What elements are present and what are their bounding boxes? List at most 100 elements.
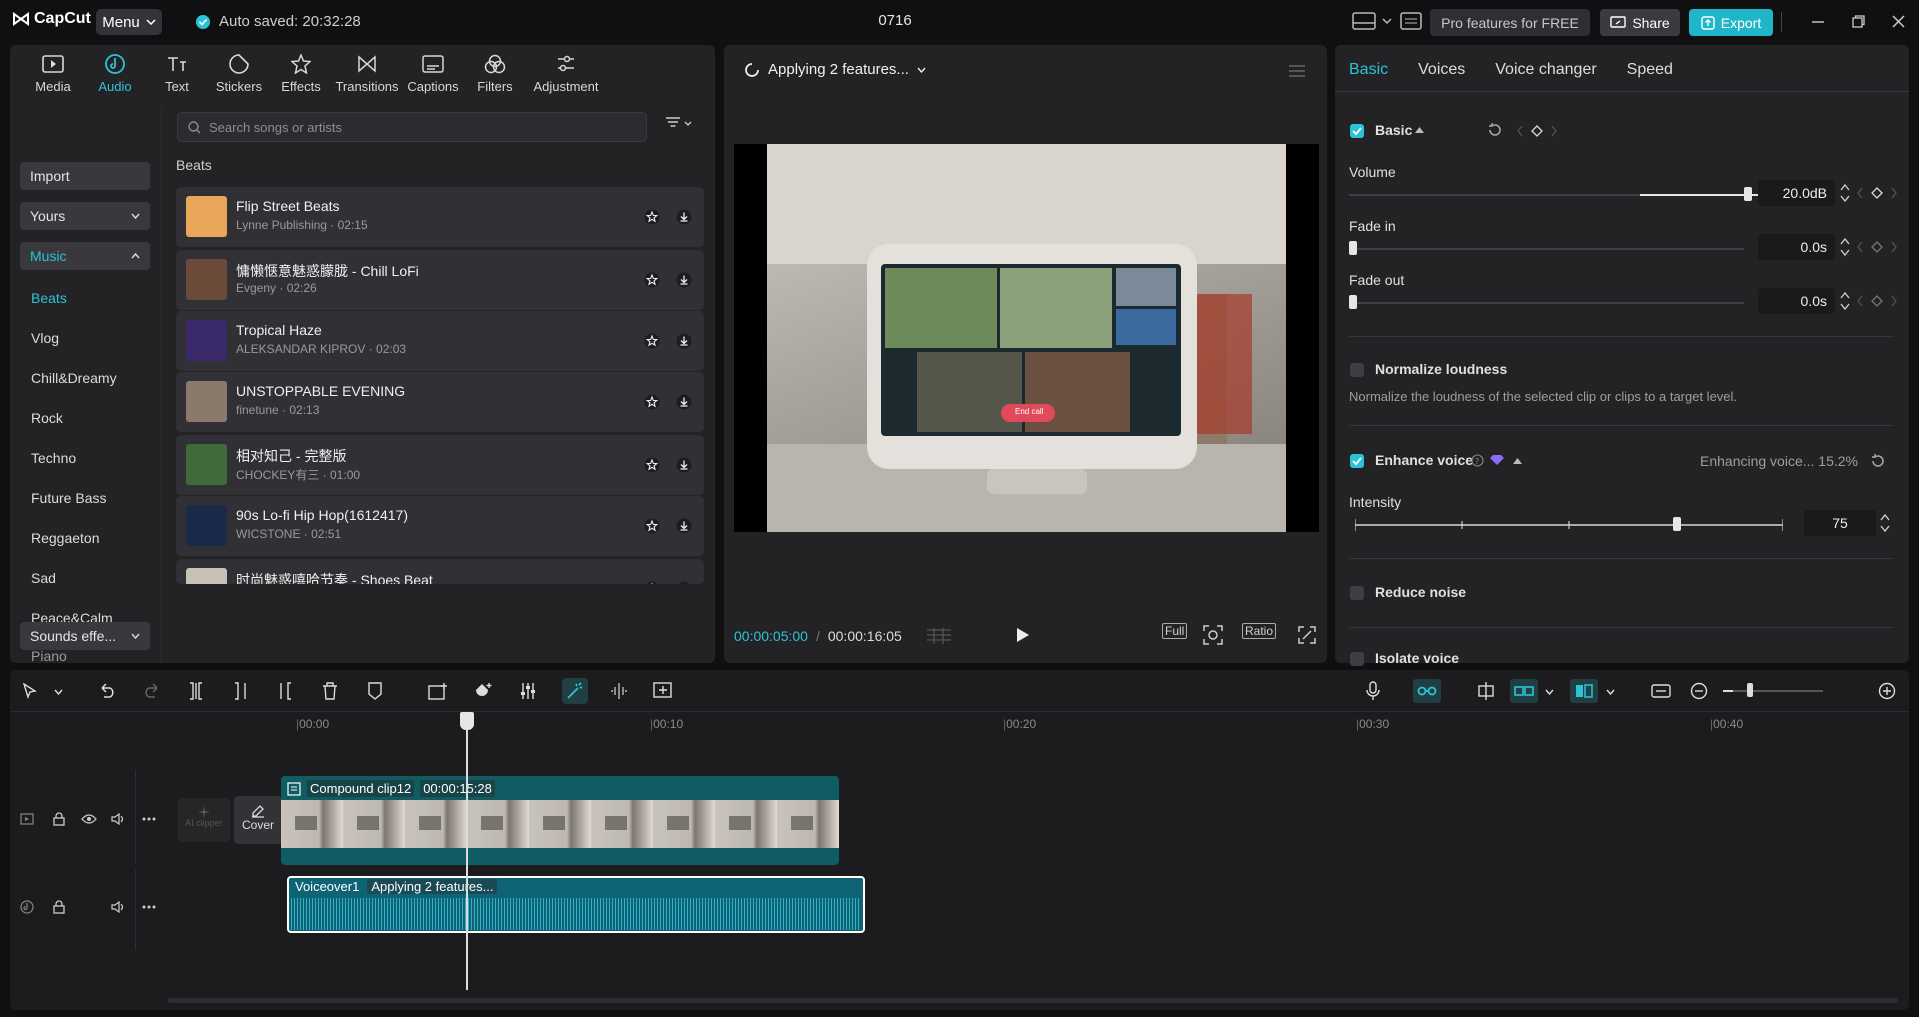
volume-value[interactable]: 20.0dB xyxy=(1758,180,1835,206)
download-icon[interactable] xyxy=(676,518,692,534)
fade-in-slider[interactable] xyxy=(1349,248,1744,250)
basic-checkbox[interactable] xyxy=(1350,124,1364,138)
more-icon[interactable] xyxy=(142,817,156,821)
sounds-effects-dropdown[interactable]: Sounds effe... xyxy=(20,622,150,650)
zoom-slider[interactable] xyxy=(1723,690,1823,692)
stepper-icon[interactable] xyxy=(1840,290,1850,312)
chevron-down-icon[interactable] xyxy=(1545,689,1554,695)
tab-transitions[interactable]: Transitions xyxy=(332,53,402,94)
tab-captions[interactable]: Captions xyxy=(402,53,464,94)
favorite-star-icon[interactable] xyxy=(644,209,660,225)
tab-filters[interactable]: Filters xyxy=(464,53,526,94)
help-icon[interactable]: ? xyxy=(1471,454,1484,467)
fade-out-slider[interactable] xyxy=(1349,302,1744,304)
magnet-button[interactable] xyxy=(1510,679,1538,703)
tab-basic[interactable]: Basic xyxy=(1349,61,1388,79)
zoom-out-icon[interactable] xyxy=(1690,682,1708,700)
replace-clip-icon[interactable] xyxy=(653,682,673,700)
playhead-handle[interactable] xyxy=(460,712,474,730)
stepper-icon[interactable] xyxy=(1880,512,1890,534)
fade-in-slider-handle[interactable] xyxy=(1349,241,1357,255)
reset-icon[interactable] xyxy=(1487,122,1503,138)
restore-icon[interactable] xyxy=(1852,15,1865,28)
caret-up-icon[interactable] xyxy=(1415,127,1424,133)
tab-voices[interactable]: Voices xyxy=(1418,61,1465,79)
caret-up-icon[interactable] xyxy=(1513,458,1522,464)
tab-media[interactable]: Media xyxy=(22,53,84,94)
export-button[interactable]: Export xyxy=(1689,9,1773,36)
volume-slider[interactable] xyxy=(1349,194,1661,196)
favorite-star-icon[interactable] xyxy=(644,272,660,288)
keyframe-controls[interactable] xyxy=(1857,295,1897,307)
song-item[interactable]: UNSTOPPABLE EVENING finetune · 02:13 xyxy=(176,372,704,432)
pro-features-button[interactable]: Pro features for FREE xyxy=(1430,9,1590,36)
sidebar-item-future-bass[interactable]: Future Bass xyxy=(31,490,106,506)
normalize-checkbox[interactable] xyxy=(1350,363,1364,377)
time-ruler[interactable]: |00:00 |00:10 |00:20 |00:30 |00:40 xyxy=(136,715,1909,739)
keyboard-icon[interactable] xyxy=(1400,12,1422,30)
keyframe-controls[interactable] xyxy=(1857,241,1897,253)
song-item[interactable]: 相对知己 - 完整版 CHOCKEY有三 · 01:00 xyxy=(176,435,704,495)
tab-text[interactable]: Text xyxy=(146,53,208,94)
chevron-down-icon[interactable] xyxy=(1382,18,1392,24)
zoom-slider-handle[interactable] xyxy=(1747,683,1753,697)
speaker-icon[interactable] xyxy=(111,901,125,913)
redo-icon[interactable] xyxy=(143,682,161,698)
download-icon[interactable] xyxy=(676,333,692,349)
sidebar-item-beats[interactable]: Beats xyxy=(31,290,67,306)
delete-left-icon[interactable] xyxy=(233,682,249,700)
stepper-icon[interactable] xyxy=(1840,182,1850,204)
select-cursor-icon[interactable] xyxy=(23,683,37,699)
download-icon[interactable] xyxy=(676,209,692,225)
isolate-voice-checkbox[interactable] xyxy=(1350,652,1364,666)
tab-audio[interactable]: Audio xyxy=(84,53,146,94)
filter-button[interactable] xyxy=(665,117,692,129)
sidebar-item-chill-dreamy[interactable]: Chill&Dreamy xyxy=(31,370,117,386)
lock-icon[interactable] xyxy=(53,812,65,826)
favorite-star-icon[interactable] xyxy=(644,394,660,410)
favorite-star-icon[interactable] xyxy=(644,457,660,473)
tab-stickers[interactable]: Stickers xyxy=(208,53,270,94)
song-item[interactable]: 90s Lo-fi Hip Hop(1612417) WICSTONE · 02:… xyxy=(176,496,704,556)
trash-icon[interactable] xyxy=(322,682,338,700)
tab-adjustment[interactable]: Adjustment xyxy=(526,53,606,94)
play-button[interactable] xyxy=(1016,627,1030,643)
tab-voice-changer[interactable]: Voice changer xyxy=(1495,61,1596,79)
ratio-button[interactable]: Ratio xyxy=(1242,623,1277,639)
more-icon[interactable] xyxy=(142,905,156,909)
undo-icon[interactable] xyxy=(98,682,116,698)
fullscreen-icon[interactable] xyxy=(1298,626,1316,644)
share-button[interactable]: Share xyxy=(1600,9,1680,36)
adjust-icon[interactable] xyxy=(519,682,537,700)
add-media-icon[interactable] xyxy=(428,682,448,700)
download-icon[interactable] xyxy=(676,272,692,288)
layout-icon[interactable] xyxy=(1352,12,1376,30)
zoom-in-icon[interactable] xyxy=(1878,682,1896,700)
menu-button[interactable]: Menu xyxy=(96,9,162,35)
volume-slider-handle[interactable] xyxy=(1744,187,1752,201)
voiceover-clip[interactable]: Voiceover1 Applying 2 features... xyxy=(287,876,865,933)
cover-button[interactable]: Cover xyxy=(234,796,282,844)
tab-speed[interactable]: Speed xyxy=(1627,61,1673,79)
project-title[interactable]: 0716 xyxy=(820,12,970,29)
lock-icon[interactable] xyxy=(53,900,65,914)
sidebar-item-vlog[interactable]: Vlog xyxy=(31,330,59,346)
chevron-down-icon[interactable] xyxy=(54,689,63,695)
search-input[interactable]: Search songs or artists xyxy=(177,112,647,142)
music-dropdown[interactable]: Music xyxy=(20,242,150,270)
speaker-icon[interactable] xyxy=(111,813,125,825)
fade-out-slider-handle[interactable] xyxy=(1349,295,1357,309)
close-icon[interactable] xyxy=(1892,15,1905,28)
reset-icon[interactable] xyxy=(1870,453,1886,469)
microphone-icon[interactable] xyxy=(1366,681,1380,701)
link-tracks-button[interactable] xyxy=(1413,679,1441,703)
sidebar-item-piano[interactable]: Piano xyxy=(31,648,67,664)
song-item[interactable]: 慵懒惬意魅惑朦胧 - Chill LoFi Evgeny · 02:26 xyxy=(176,250,704,310)
sidebar-item-techno[interactable]: Techno xyxy=(31,450,76,466)
split-screen-button[interactable] xyxy=(1570,679,1598,703)
intensity-value[interactable]: 75 xyxy=(1804,510,1876,536)
snapshot-icon[interactable] xyxy=(1203,625,1223,645)
audio-waveform-icon[interactable] xyxy=(610,682,628,700)
import-button[interactable]: Import xyxy=(20,162,150,190)
timeline-scrollbar[interactable] xyxy=(168,998,1898,1003)
